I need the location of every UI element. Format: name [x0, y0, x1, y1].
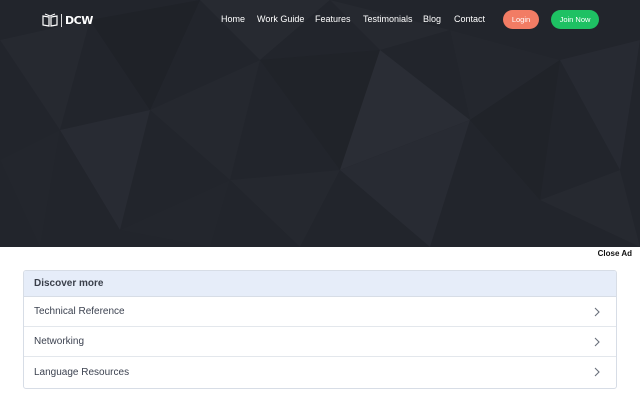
discover-item-networking[interactable]: Networking	[24, 327, 616, 357]
nav-link-blog[interactable]: Blog	[423, 13, 441, 25]
discover-item-language-resources[interactable]: Language Resources	[24, 357, 616, 387]
chevron-right-icon	[594, 367, 600, 377]
site-logo[interactable]: DCW	[42, 12, 93, 28]
nav-link-testimonials[interactable]: Testimonials	[363, 13, 413, 25]
discover-more-panel: Discover more Technical Reference Networ…	[23, 270, 617, 389]
discover-item-label: Language Resources	[34, 366, 130, 378]
logo-divider	[61, 13, 62, 27]
book-icon	[42, 13, 58, 27]
discover-more-title: Discover more	[24, 271, 616, 297]
nav-link-home[interactable]: Home	[221, 13, 245, 25]
nav-link-contact[interactable]: Contact	[454, 13, 485, 25]
nav-link-features[interactable]: Features	[315, 13, 351, 25]
discover-item-label: Networking	[34, 336, 85, 347]
discover-item-label: Technical Reference	[34, 306, 125, 317]
nav-link-work-guide[interactable]: Work Guide	[257, 13, 304, 25]
hero-banner: DCW Home Work Guide Features Testimonial…	[0, 0, 640, 247]
chevron-right-icon	[594, 337, 600, 346]
login-button[interactable]: Login	[503, 10, 539, 29]
discover-item-technical-reference[interactable]: Technical Reference	[24, 297, 616, 327]
logo-text: DCW	[65, 13, 93, 27]
chevron-right-icon	[594, 307, 600, 316]
top-navbar: DCW Home Work Guide Features Testimonial…	[0, 0, 640, 40]
close-ad-button[interactable]: Close Ad	[598, 248, 632, 259]
join-now-button[interactable]: Join Now	[551, 10, 599, 29]
